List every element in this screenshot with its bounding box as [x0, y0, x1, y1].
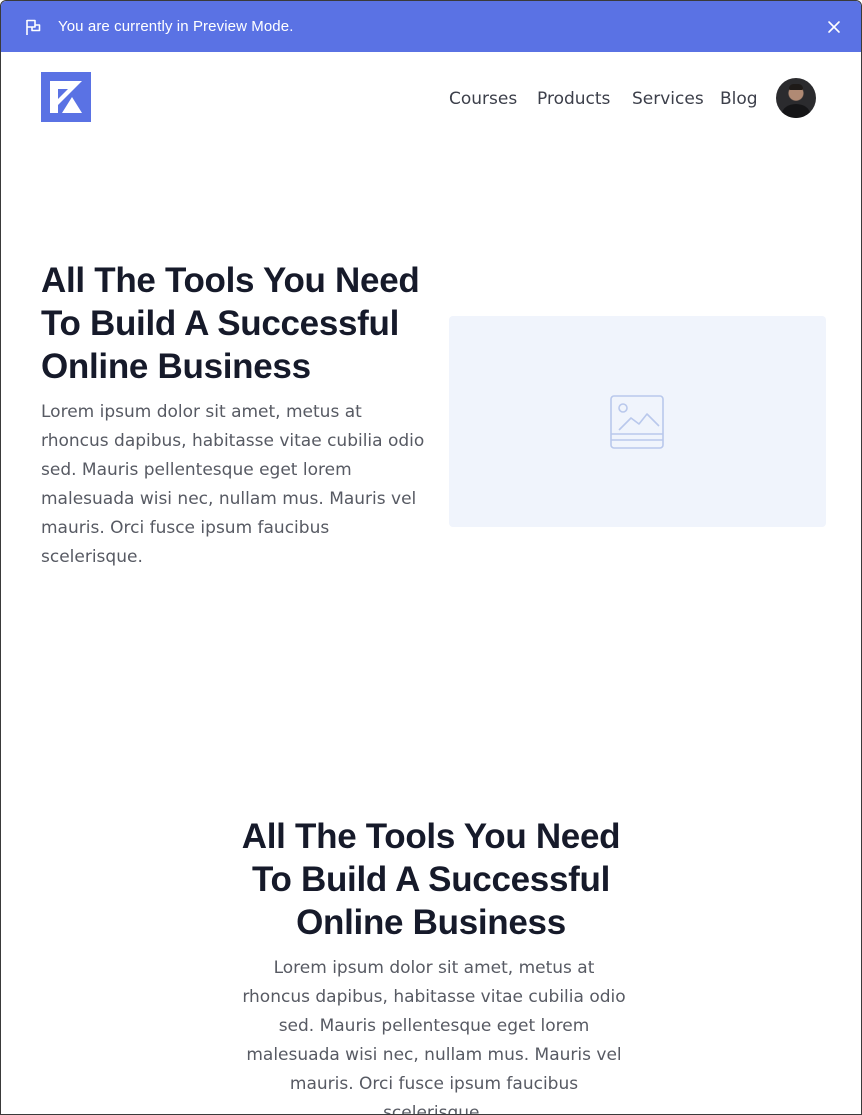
hero-image-placeholder: [449, 316, 826, 527]
avatar-shoulders: [782, 104, 810, 118]
nav-services[interactable]: Services: [632, 87, 704, 111]
nav-blog[interactable]: Blog: [720, 87, 758, 111]
image-placeholder-icon: [610, 395, 664, 449]
nav-products[interactable]: Products: [537, 87, 610, 111]
preview-mode-banner: You are currently in Preview Mode.: [1, 1, 861, 52]
close-icon[interactable]: [827, 20, 841, 34]
preview-mode-text: You are currently in Preview Mode.: [58, 18, 294, 35]
hero-body-text: Lorem ipsum dolor sit amet, metus at rho…: [41, 402, 425, 567]
hero-title: All The Tools You Need To Build A Succes…: [41, 261, 420, 386]
user-avatar[interactable]: [776, 78, 816, 118]
flag-icon: [26, 19, 41, 35]
nav-courses[interactable]: Courses: [449, 87, 517, 111]
centered-hero-body-text: Lorem ipsum dolor sit amet, metus at rho…: [242, 958, 626, 1115]
main-nav: Courses Products Services Blog: [1, 87, 861, 113]
avatar-hair: [789, 84, 803, 90]
centered-hero-title: All The Tools You Need To Build A Succes…: [241, 817, 621, 942]
browser-frame: You are currently in Preview Mode. Cours…: [0, 0, 862, 1115]
